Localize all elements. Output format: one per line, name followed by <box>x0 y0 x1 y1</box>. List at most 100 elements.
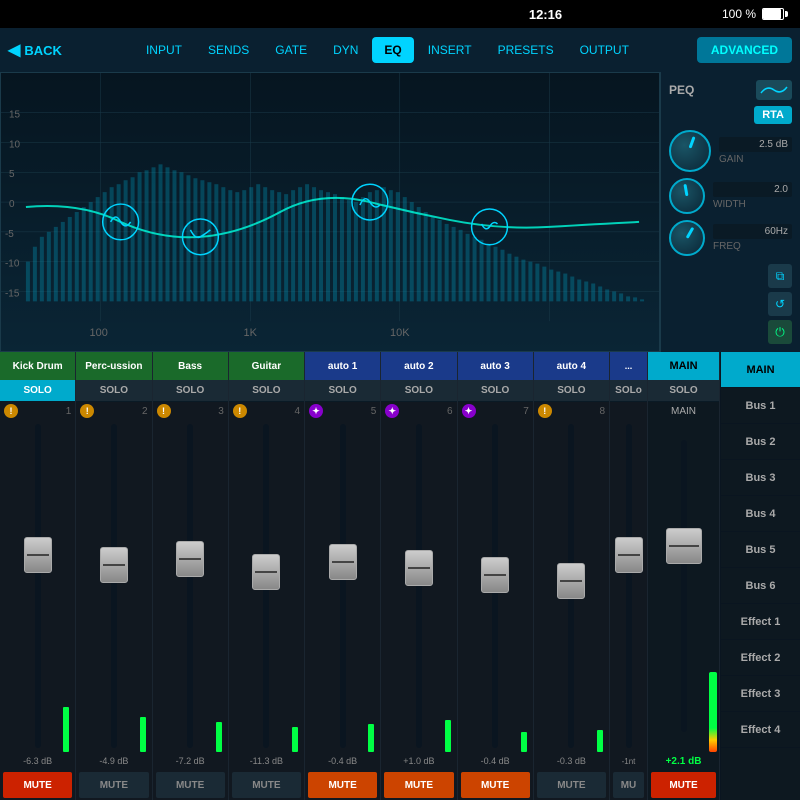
gain-row: 2.5 dB GAIN <box>669 130 792 172</box>
fader-track-8[interactable] <box>568 424 574 748</box>
mute-button-7[interactable]: MUTE <box>461 772 530 798</box>
ch2-num: 2 <box>142 406 148 417</box>
main-fader-area[interactable] <box>648 420 719 752</box>
fader-track-1[interactable] <box>35 424 41 748</box>
bus-item-4[interactable]: Bus 4 <box>721 496 800 532</box>
fader-track-partial[interactable] <box>626 424 632 748</box>
svg-text:5: 5 <box>9 169 15 180</box>
bus-main-item[interactable]: MAIN <box>721 352 800 388</box>
fader-area-1[interactable] <box>0 420 75 752</box>
tab-output[interactable]: OUTPUT <box>568 37 641 63</box>
width-knob[interactable] <box>669 178 705 214</box>
fader-handle-partial[interactable] <box>615 537 643 573</box>
bus-item-2[interactable]: Bus 2 <box>721 424 800 460</box>
bus-item-6[interactable]: Bus 6 <box>721 568 800 604</box>
fader-area-3[interactable] <box>153 420 228 752</box>
fader-area-5[interactable] <box>305 420 380 752</box>
main-fader-handle[interactable] <box>666 528 702 564</box>
tab-input[interactable]: INPUT <box>134 37 194 63</box>
mute-button-8[interactable]: MUTE <box>537 772 606 798</box>
fader-handle-2[interactable] <box>100 547 128 583</box>
mute-button-3[interactable]: MUTE <box>156 772 225 798</box>
fader-handle-5[interactable] <box>329 544 357 580</box>
mixer-area: Kick Drum SOLO ! 1 -6.3 dB MUTE <box>0 352 800 800</box>
status-right: 100 % <box>722 7 784 21</box>
solo-button-7[interactable]: SOLO <box>458 380 533 402</box>
bus-item-5[interactable]: Bus 5 <box>721 532 800 568</box>
eq-graph[interactable]: 100 1K 10K 15 10 5 0 -5 -10 -15 <box>0 72 660 352</box>
rta-button[interactable]: RTA <box>754 106 792 124</box>
fader-area-2[interactable] <box>76 420 151 752</box>
channel-header-bass: Bass <box>153 352 228 380</box>
fader-handle-7[interactable] <box>481 557 509 593</box>
eq-panel-header: PEQ <box>669 80 792 100</box>
tab-gate[interactable]: GATE <box>263 37 319 63</box>
back-button[interactable]: ◀ BACK <box>8 40 78 60</box>
width-row: 2.0 WIDTH <box>669 178 792 214</box>
reset-icon-button[interactable]: ↺ <box>768 292 792 316</box>
fader-handle-1[interactable] <box>24 537 52 573</box>
solo-partial-upper[interactable]: SOLo <box>610 380 647 402</box>
tab-insert[interactable]: INSERT <box>416 37 484 63</box>
bus-item-effect1[interactable]: Effect 1 <box>721 604 800 640</box>
fader-area-4[interactable] <box>229 420 304 752</box>
fader-track-3[interactable] <box>187 424 193 748</box>
fader-track-2[interactable] <box>111 424 117 748</box>
mute-button-5[interactable]: MUTE <box>308 772 377 798</box>
solo-button-6[interactable]: SOLO <box>381 380 456 402</box>
main-solo-button[interactable]: SOLO <box>648 380 719 402</box>
mute-button-1[interactable]: MUTE <box>3 772 72 798</box>
bus-item-effect4[interactable]: Effect 4 <box>721 712 800 748</box>
solo-button-3[interactable]: SOLO <box>153 380 228 402</box>
svg-text:0: 0 <box>9 199 15 210</box>
solo-button-4[interactable]: SOLO <box>229 380 304 402</box>
fader-area-8[interactable] <box>534 420 609 752</box>
fader-handle-8[interactable] <box>557 563 585 599</box>
gain-knob[interactable] <box>669 130 711 172</box>
tab-presets[interactable]: PRESETS <box>486 37 566 63</box>
main-vu-meter <box>709 420 715 752</box>
main-fader-track[interactable] <box>681 440 687 732</box>
solo-button-8[interactable]: SOLO <box>534 380 609 402</box>
fader-area-partial[interactable] <box>610 420 647 752</box>
fader-handle-3[interactable] <box>176 541 204 577</box>
fader-track-6[interactable] <box>416 424 422 748</box>
fader-track-7[interactable] <box>492 424 498 748</box>
fader-area-6[interactable] <box>381 420 456 752</box>
ch8-num: 8 <box>599 406 605 417</box>
solo-button-5[interactable]: SOLO <box>305 380 380 402</box>
vu-meter-4 <box>292 420 298 752</box>
advanced-button[interactable]: ADVANCED <box>697 37 792 63</box>
bus-item-1[interactable]: Bus 1 <box>721 388 800 424</box>
tab-dyn[interactable]: DYN <box>321 37 370 63</box>
mute-button-partial[interactable]: MU <box>613 772 644 798</box>
copy-icon-button[interactable]: ⧉ <box>768 264 792 288</box>
tab-eq[interactable]: EQ <box>372 37 413 63</box>
channel-header-auto2: auto 2 <box>381 352 456 380</box>
mute-button-6[interactable]: MUTE <box>384 772 453 798</box>
tab-sends[interactable]: SENDS <box>196 37 261 63</box>
fader-area-7[interactable] <box>458 420 533 752</box>
status-bar: 12:16 100 % <box>0 0 800 28</box>
solo-button-1[interactable]: SOLO <box>0 380 75 402</box>
fader-track-5[interactable] <box>340 424 346 748</box>
bus-item-effect3[interactable]: Effect 3 <box>721 676 800 712</box>
fader-handle-4[interactable] <box>252 554 280 590</box>
main-mute-button[interactable]: MUTE <box>651 772 716 798</box>
channel-header-perc: Perc-ussion <box>76 352 151 380</box>
mute-button-4[interactable]: MUTE <box>232 772 301 798</box>
mute-button-2[interactable]: MUTE <box>79 772 148 798</box>
vu-meter-3 <box>216 420 222 752</box>
warning-icon-8: ! <box>538 404 552 418</box>
solo-button-2[interactable]: SOLO <box>76 380 151 402</box>
freq-knob[interactable] <box>669 220 705 256</box>
bus-item-effect2[interactable]: Effect 2 <box>721 640 800 676</box>
bus-item-3[interactable]: Bus 3 <box>721 460 800 496</box>
power-icon-button[interactable]: ⏻ <box>768 320 792 344</box>
eq-curve-button[interactable] <box>756 80 792 100</box>
channel-guitar: Guitar SOLO ! 4 -11.3 dB MUTE <box>229 352 305 800</box>
main-label: MAIN <box>648 402 719 420</box>
main-channel-header: MAIN <box>648 352 719 380</box>
fader-track-4[interactable] <box>263 424 269 748</box>
fader-handle-6[interactable] <box>405 550 433 586</box>
